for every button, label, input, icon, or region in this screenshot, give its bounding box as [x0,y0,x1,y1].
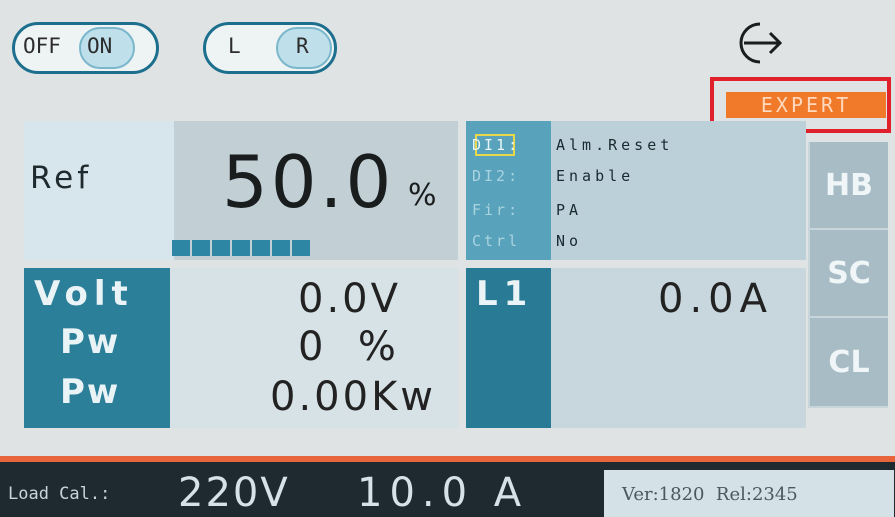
cl-button[interactable]: CL [808,318,888,408]
di-key: Fir: [472,201,521,219]
power-toggle[interactable]: OFF ON [12,22,159,74]
load-current: 10.0 A [357,470,529,516]
volt-label: Volt [34,274,134,314]
di-row[interactable]: DI2: Enable [472,167,630,185]
version-text: Ver:1820 Rel:2345 [622,484,798,505]
load-cal-label: Load Cal.: [8,484,111,504]
di-value: Enable [556,167,635,185]
di-row[interactable]: Fir: PA [472,201,578,219]
expert-mode-badge[interactable]: EXPERT [726,92,886,118]
power-off-label: OFF [23,34,61,58]
exit-icon[interactable] [730,16,784,70]
di-value: PA [556,201,583,219]
di-key: Ctrl [472,232,521,250]
volt-value: 0.0V [298,276,401,322]
l1-label: L1 [476,274,534,314]
load-voltage: 220V [178,470,290,516]
left-right-toggle[interactable]: L R [203,22,337,74]
pw-percent-value: 0 % [298,324,399,370]
hb-button[interactable]: HB [808,142,888,230]
ref-unit: % [408,178,437,213]
di-key: DI2: [472,167,521,185]
l1-current-value: 0.0A [658,276,773,322]
side-left-label: L [228,34,241,58]
pw-kw-value: 0.00Kw [270,374,437,420]
ref-label: Ref [30,160,93,196]
pw-label: Pw [60,322,121,362]
di-row[interactable]: DI1: Alm.Reset [472,136,669,154]
di-value: Alm.Reset [556,136,674,154]
side-right-label: R [296,34,309,58]
ref-level-bar [172,240,310,256]
di-value: No [556,232,583,250]
power-on-label: ON [87,34,113,58]
pw-label: Pw [60,372,121,412]
di-key: DI1: [472,136,521,154]
sc-button[interactable]: SC [808,230,888,318]
di-row[interactable]: Ctrl No [472,232,578,250]
ref-value: 50.0 [222,140,395,224]
